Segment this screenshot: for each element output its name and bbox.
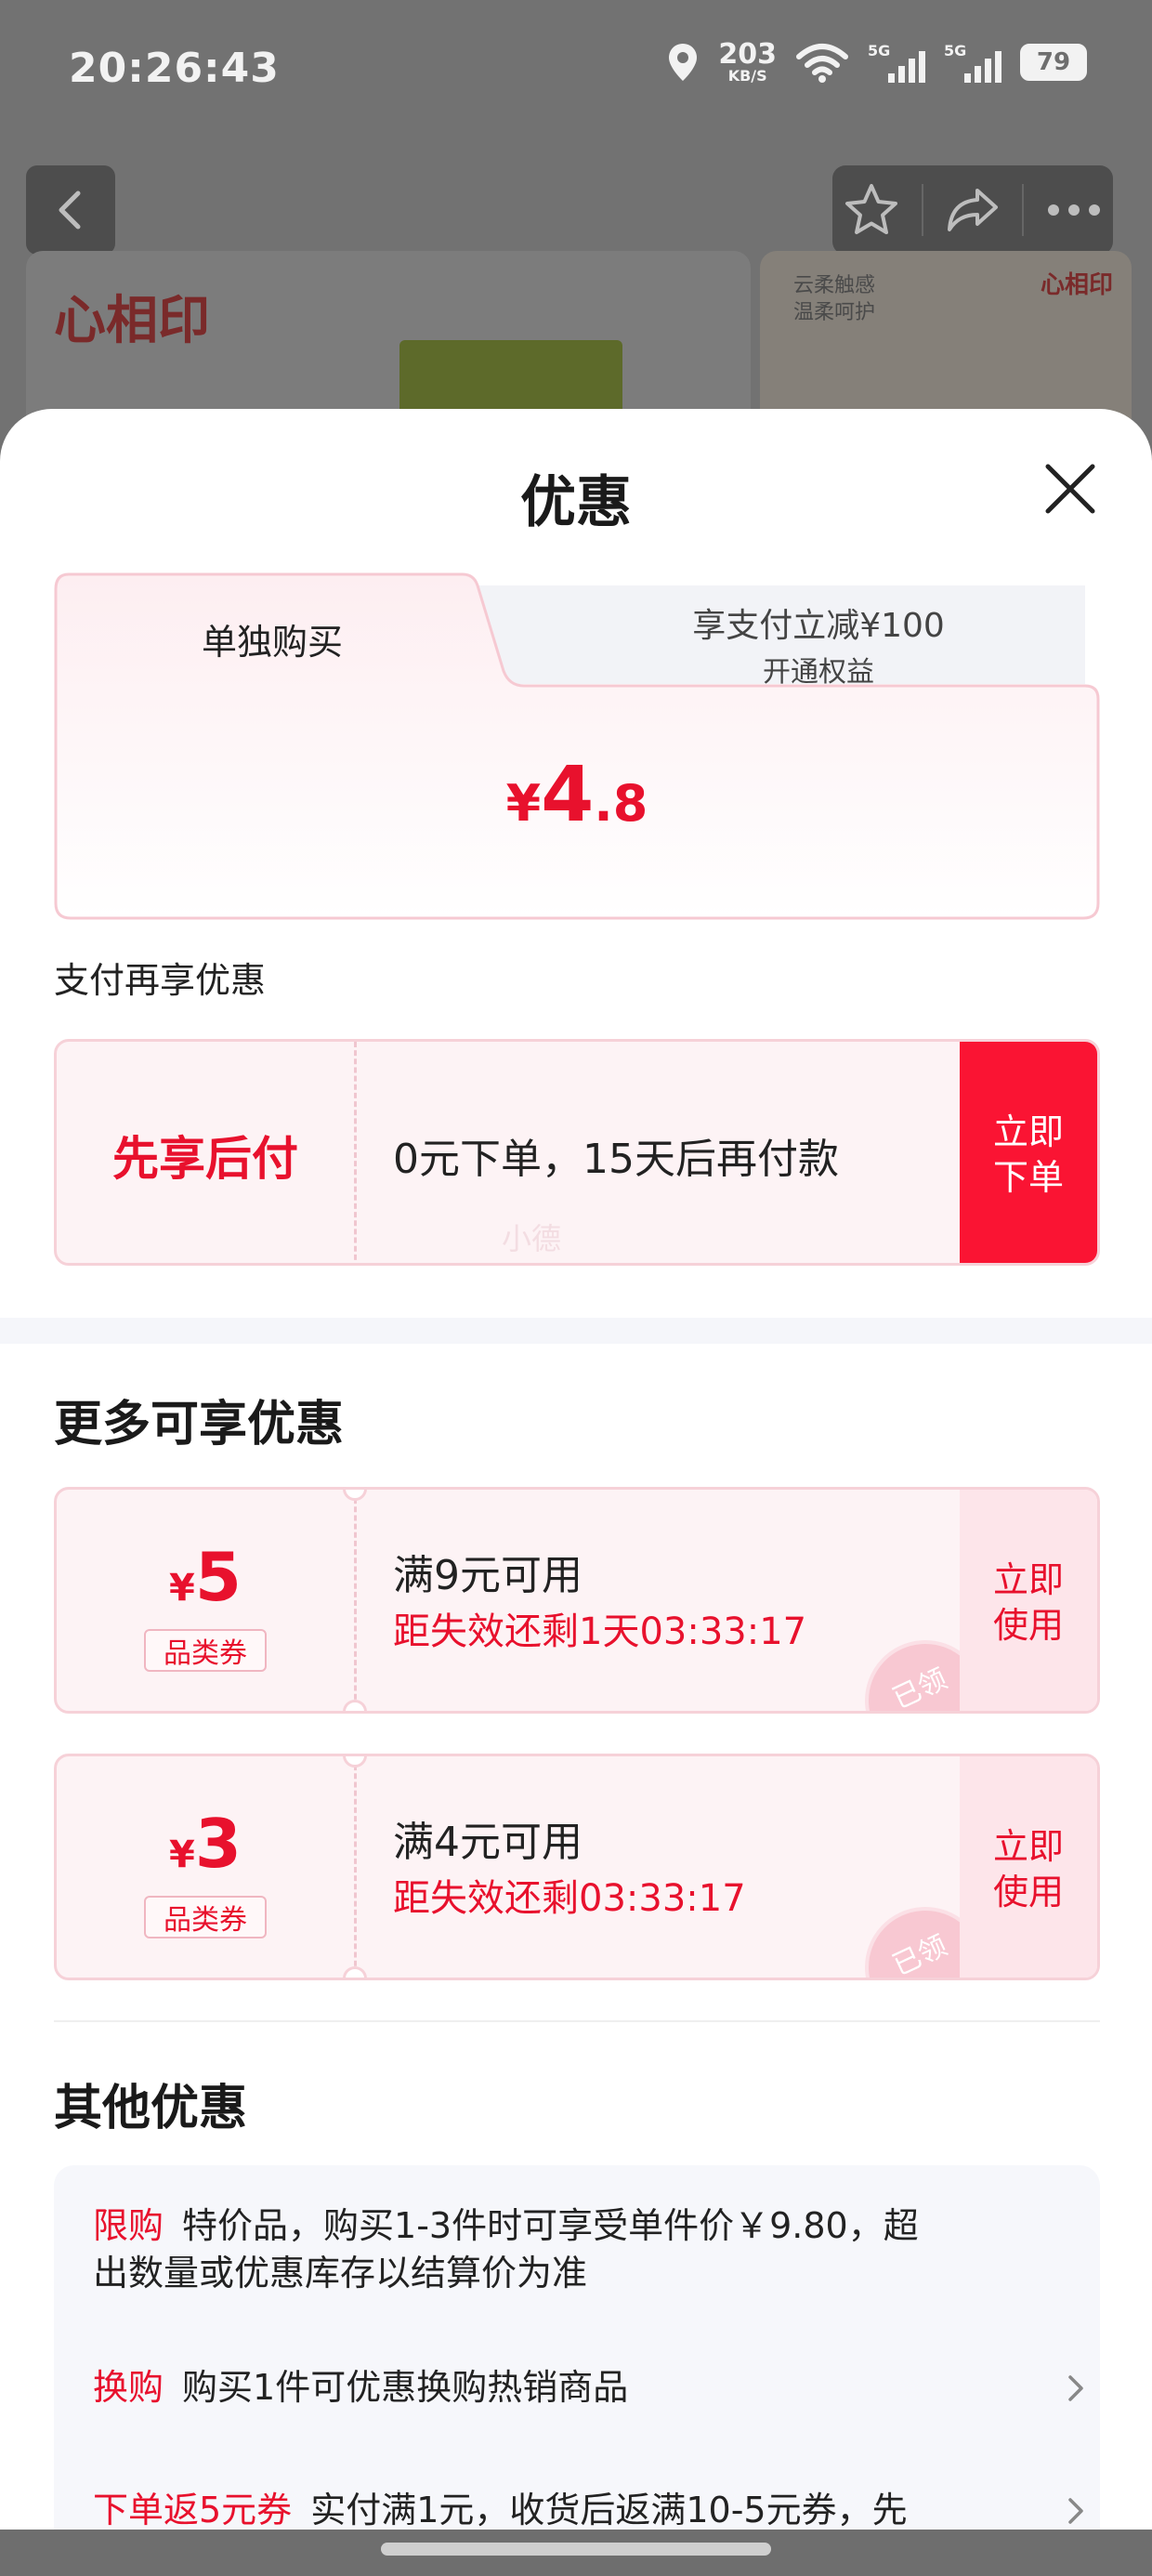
tab-member-benefit[interactable]: 享支付立减¥100 开通权益 xyxy=(537,591,1100,693)
status-time: 20:26:43 xyxy=(69,45,280,92)
more-icon[interactable] xyxy=(1045,201,1103,219)
coupon-expiry-countdown: 距失效还剩1天03:33:17 xyxy=(393,1610,807,1653)
watermark: 小德 xyxy=(502,1221,562,1256)
banner-text: 云柔触感 xyxy=(793,274,876,297)
coupon-card: ¥5 品类券 满9元可用 距失效还剩1天03:33:17 已领 立即 使用 xyxy=(54,1487,1100,1714)
wifi-icon xyxy=(796,44,848,83)
other-offer-item: 限购 特价品，购买1-3件时可享受单件价￥9.80，超 出数量或优惠库存以结算价为… xyxy=(93,2202,1050,2298)
offer-tag: 下单返5元券 xyxy=(93,2490,293,2530)
coupon-amount: ¥3 xyxy=(57,1805,354,1883)
more-offers-title: 更多可享优惠 xyxy=(54,1397,345,1452)
divider xyxy=(1022,184,1025,236)
order-now-label: 下单 xyxy=(992,1157,1064,1198)
divider xyxy=(921,184,923,236)
other-offer-item[interactable]: 下单返5元券 实付满1元，收货后返满10-5元券，先 xyxy=(93,2487,1083,2534)
home-indicator[interactable] xyxy=(381,2543,771,2556)
coupon-card: ¥3 品类券 满4元可用 距失效还剩03:33:17 已领 立即 使用 xyxy=(54,1754,1100,1980)
offer-text: 特价品，购买1-3件时可享受单件价￥9.80，超 xyxy=(182,2205,919,2246)
brand-logo-small: 心相印 xyxy=(1040,271,1113,299)
divider xyxy=(54,2020,1100,2022)
offer-tag: 换购 xyxy=(93,2367,164,2408)
coupon-type-badge: 品类券 xyxy=(144,1896,267,1939)
coupon-expiry-countdown: 距失效还剩03:33:17 xyxy=(393,1877,746,1920)
top-action-bar xyxy=(832,165,1113,255)
tab-member-title: 享支付立减¥100 xyxy=(692,607,945,645)
coupon-notch xyxy=(343,1700,367,1711)
price-card: 单独购买 享支付立减¥100 开通权益 ¥4.8 xyxy=(54,572,1100,920)
order-now-button[interactable]: 立即 下单 xyxy=(960,1042,1097,1263)
price-integer: 4 xyxy=(541,751,595,839)
location-icon xyxy=(669,44,698,81)
signal-1-label: 5G xyxy=(868,42,891,59)
pay-later-card: 先享后付 0元下单，15天后再付款 立即 下单 xyxy=(54,1039,1100,1266)
status-icons: 203 KB/S 5G 5G 79 xyxy=(666,41,1087,84)
coupon-value: 3 xyxy=(194,1805,242,1883)
close-icon[interactable] xyxy=(1041,459,1100,519)
brand-logo: 心相印 xyxy=(54,290,210,351)
coupon-currency: ¥ xyxy=(169,1567,195,1610)
coupon-amount: ¥5 xyxy=(57,1538,354,1616)
dashed-divider xyxy=(354,1490,357,1711)
network-speed: 203 KB/S xyxy=(718,41,777,84)
chevron-left-icon xyxy=(59,191,81,230)
signal-2-icon: 5G xyxy=(944,42,1001,83)
dashed-divider xyxy=(354,1042,357,1263)
tab-member-subtitle: 开通权益 xyxy=(763,656,874,689)
price-decimal: .8 xyxy=(594,774,648,833)
network-speed-value: 203 xyxy=(718,38,777,71)
status-bar: 20:26:43 203 KB/S 5G 5G 79 xyxy=(0,0,1152,139)
signal-2-label: 5G xyxy=(944,42,967,59)
other-offers-list: 限购 特价品，购买1-3件时可享受单件价￥9.80，超 出数量或优惠库存以结算价为… xyxy=(54,2165,1100,2576)
network-speed-unit: KB/S xyxy=(727,67,767,85)
pay-later-description: 0元下单，15天后再付款 xyxy=(393,1136,839,1183)
pay-more-label: 支付再享优惠 xyxy=(54,960,267,1001)
offer-text: 购买1件可优惠换购热销商品 xyxy=(182,2367,629,2408)
other-offers-title: 其他优惠 xyxy=(54,2081,248,2136)
coupon-condition: 满9元可用 xyxy=(393,1552,583,1599)
use-coupon-label: 立即 xyxy=(992,1825,1064,1867)
sheet-title: 优惠 xyxy=(520,470,632,535)
coupon-notch xyxy=(343,1490,367,1501)
tab-single-purchase[interactable]: 单独购买 xyxy=(54,572,491,693)
other-offer-item[interactable]: 换购 购买1件可优惠换购热销商品 xyxy=(93,2364,1083,2412)
battery-icon: 79 xyxy=(1020,44,1087,81)
coupon-notch xyxy=(343,1966,367,1978)
signal-1-icon: 5G xyxy=(868,42,925,83)
coupon-type-badge: 品类券 xyxy=(144,1629,267,1672)
dashed-divider xyxy=(354,1756,357,1978)
banner-text: 温柔呵护 xyxy=(793,300,876,324)
share-icon[interactable] xyxy=(944,181,1001,239)
section-divider xyxy=(0,1318,1152,1344)
chevron-right-icon xyxy=(1068,2498,1083,2524)
use-coupon-button[interactable]: 立即 使用 xyxy=(960,1490,1097,1711)
offer-text: 实付满1元，收货后返满10-5元券，先 xyxy=(310,2490,908,2530)
use-coupon-label: 使用 xyxy=(992,1605,1064,1646)
offer-tag: 限购 xyxy=(93,2205,164,2246)
use-coupon-label: 立即 xyxy=(992,1558,1064,1600)
coupon-notch xyxy=(343,1756,367,1768)
chevron-right-icon xyxy=(1068,2375,1083,2401)
price-display: ¥4.8 xyxy=(54,751,1100,839)
use-coupon-label: 使用 xyxy=(992,1872,1064,1912)
price-currency: ¥ xyxy=(505,774,542,833)
star-icon[interactable] xyxy=(843,181,900,239)
offer-text: 出数量或优惠库存以结算价为准 xyxy=(93,2253,588,2294)
coupon-currency: ¥ xyxy=(169,1833,195,1876)
use-coupon-button[interactable]: 立即 使用 xyxy=(960,1756,1097,1978)
order-now-label: 立即 xyxy=(992,1111,1064,1152)
pay-later-title: 先享后付 xyxy=(112,1132,298,1186)
coupon-condition: 满4元可用 xyxy=(393,1819,583,1866)
coupon-value: 5 xyxy=(194,1538,242,1616)
back-button[interactable] xyxy=(26,165,115,255)
